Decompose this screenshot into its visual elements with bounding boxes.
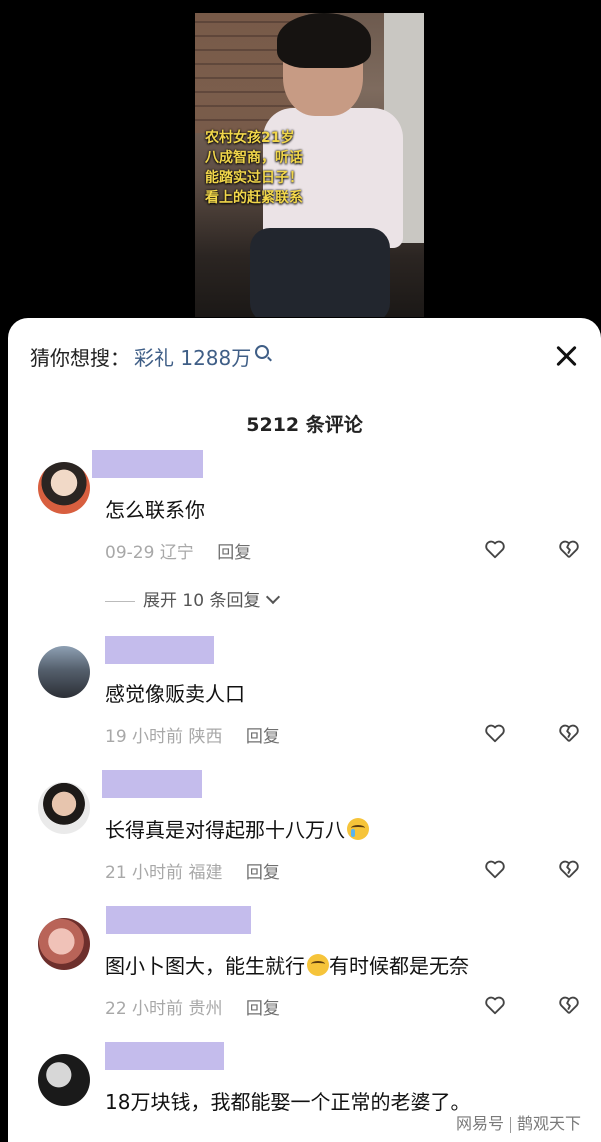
reply-button[interactable]: 回复: [246, 999, 280, 1019]
broken-heart-icon[interactable]: [557, 722, 581, 744]
reply-button[interactable]: 回复: [246, 863, 280, 883]
comment-location: 福建: [188, 863, 223, 883]
broken-heart-icon[interactable]: [557, 538, 581, 560]
comments-sheet: 猜你想搜： 彩礼 1288万 5212 条评论 怎么联系你 09-29 辽宁 回复…: [8, 318, 601, 1142]
avatar[interactable]: [38, 918, 90, 970]
video-player[interactable]: 农村女孩21岁 八成智商，听话 能踏实过日子！ 看上的赶紧联系: [0, 0, 601, 340]
suggested-search-label: 猜你想搜：: [30, 346, 130, 370]
username-redacted[interactable]: [106, 906, 251, 934]
video-thumbnail[interactable]: 农村女孩21岁 八成智商，听话 能踏实过日子！ 看上的赶紧联系: [195, 13, 424, 317]
comment-location: 辽宁: [159, 543, 194, 563]
comment-text-content: 图小卜图大，能生就行: [105, 954, 305, 978]
comment-text-content: 有时候都是无奈: [329, 954, 469, 978]
smile-emoji-icon: [307, 954, 329, 976]
expand-replies-button[interactable]: 展开 10 条回复: [105, 586, 281, 611]
comment-text-content: 长得真是对得起那十八万八: [105, 818, 345, 842]
heart-icon[interactable]: [484, 858, 506, 880]
broken-heart-icon[interactable]: [557, 858, 581, 880]
comment-location: 贵州: [188, 999, 223, 1019]
reply-button[interactable]: 回复: [217, 543, 251, 563]
caption-line: 能踏实过日子！: [205, 170, 303, 186]
username-redacted[interactable]: [102, 770, 202, 798]
comment-text: 18万块钱，我都能娶一个正常的老婆了。: [105, 1090, 471, 1114]
divider: [105, 600, 135, 602]
close-icon[interactable]: [555, 344, 579, 368]
caption-line: 八成智商，听话: [205, 150, 303, 166]
avatar[interactable]: [38, 646, 90, 698]
person-hair: [277, 13, 371, 68]
comment-date: 21 小时前: [105, 863, 184, 883]
comment-text: 长得真是对得起那十八万八: [105, 814, 369, 843]
username-redacted[interactable]: [105, 636, 214, 664]
comment-meta: 09-29 辽宁 回复: [105, 538, 251, 563]
suggested-search[interactable]: 猜你想搜： 彩礼 1288万: [30, 342, 270, 371]
heart-icon[interactable]: [484, 722, 506, 744]
username-redacted[interactable]: [105, 1042, 224, 1070]
comment-meta: 19 小时前 陕西 回复: [105, 722, 280, 747]
caption-line: 农村女孩21岁: [205, 130, 295, 146]
broken-heart-icon[interactable]: [557, 994, 581, 1016]
heart-icon[interactable]: [484, 538, 506, 560]
comment-text: 感觉像贩卖人口: [105, 682, 245, 706]
comment-date: 19 小时前: [105, 727, 184, 747]
watermark: 网易号 鹊观天下: [456, 1110, 581, 1134]
search-icon[interactable]: [255, 345, 270, 359]
crying-emoji-icon: [347, 818, 369, 840]
reply-button[interactable]: 回复: [246, 727, 280, 747]
comment-text: 怎么联系你: [105, 498, 205, 522]
video-caption: 农村女孩21岁 八成智商，听话 能踏实过日子！ 看上的赶紧联系: [205, 128, 355, 208]
comment-meta: 22 小时前 贵州 回复: [105, 994, 280, 1019]
chevron-down-icon: [266, 589, 281, 605]
person-legs: [250, 228, 390, 317]
comment-date: 22 小时前: [105, 999, 184, 1019]
expand-replies-label: 展开 10 条回复: [143, 591, 261, 611]
watermark-source: 网易号: [455, 1114, 504, 1133]
comment-count: 5212 条评论: [246, 414, 363, 436]
suggested-search-query[interactable]: 彩礼 1288万: [134, 346, 251, 370]
comment-meta: 21 小时前 福建 回复: [105, 858, 280, 883]
comment-date: 09-29: [105, 543, 155, 563]
avatar[interactable]: [38, 462, 90, 514]
username-redacted[interactable]: [92, 450, 203, 478]
caption-line: 看上的赶紧联系: [205, 190, 303, 206]
avatar[interactable]: [38, 782, 90, 834]
comment-location: 陕西: [188, 727, 223, 747]
watermark-author: 鹊观天下: [516, 1114, 581, 1133]
avatar[interactable]: [38, 1054, 90, 1106]
heart-icon[interactable]: [484, 994, 506, 1016]
comment-text: 图小卜图大，能生就行 有时候都是无奈: [105, 950, 469, 979]
divider: [509, 1116, 511, 1133]
